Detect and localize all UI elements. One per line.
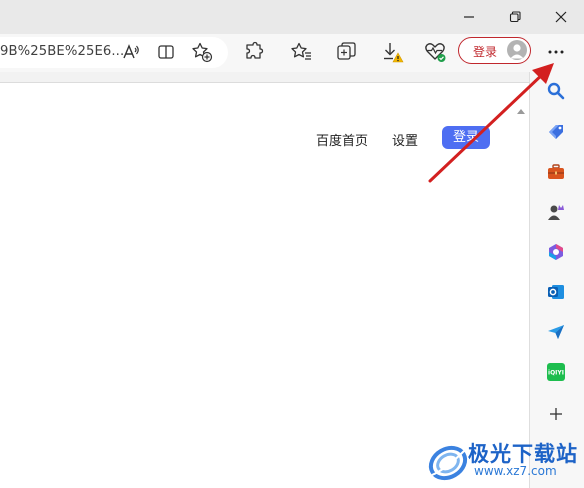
extensions-icon [246, 41, 264, 59]
sidebar-item-search[interactable] [545, 80, 567, 102]
profile-login-label: 登录 [473, 45, 498, 59]
sidebar-item-games[interactable] [545, 201, 567, 223]
iqiyi-logo-text: iQIYI [548, 370, 564, 377]
baidu-home-link[interactable]: 百度首页 [316, 130, 368, 149]
read-aloud-button[interactable] [117, 36, 145, 68]
read-aloud-icon [123, 44, 139, 59]
downloads-icon [384, 43, 404, 63]
url-text[interactable]: 9B%25BE%25E6... [0, 44, 124, 59]
sidebar-item-add[interactable] [545, 403, 567, 425]
sidebar-item-send[interactable] [545, 321, 567, 343]
add-icon [550, 408, 562, 420]
avatar [507, 40, 527, 60]
outlook-icon [548, 285, 564, 299]
sidebar-item-iqiyi[interactable]: iQIYI [545, 361, 567, 383]
watermark-url: www.xz7.com [474, 464, 557, 478]
toolbar-divider [0, 72, 584, 83]
browser-essentials-icon [425, 43, 446, 62]
sidebar-item-outlook[interactable] [545, 281, 567, 303]
collections-button[interactable] [333, 36, 361, 68]
shopping-tag-icon [549, 125, 563, 139]
scroll-up-arrow-icon[interactable] [516, 107, 526, 115]
minimize-button[interactable] [446, 0, 492, 34]
watermark: 极光下载站 www.xz7.com [426, 437, 584, 488]
collections-icon [337, 42, 356, 60]
minimize-icon [464, 16, 474, 18]
office-icon [549, 244, 563, 260]
baidu-login-button[interactable]: 登录 [442, 126, 490, 149]
games-icon [548, 205, 564, 220]
close-button[interactable] [538, 0, 584, 34]
sidebar-item-tools[interactable] [545, 161, 567, 183]
more-button[interactable] [542, 36, 570, 68]
tools-briefcase-icon [548, 164, 564, 179]
close-icon [555, 11, 567, 23]
watermark-logo-icon [428, 445, 468, 481]
person-icon [510, 44, 524, 59]
add-favorite-icon [192, 42, 213, 63]
sidebar-item-office[interactable] [545, 241, 567, 263]
favorites-button[interactable] [288, 36, 316, 68]
favorites-icon [291, 42, 311, 60]
extensions-button[interactable] [240, 36, 268, 68]
profile-login-button[interactable]: 登录 [458, 37, 531, 64]
browser-essentials-button[interactable] [421, 36, 449, 68]
split-screen-icon [158, 45, 174, 59]
send-icon [548, 325, 564, 339]
downloads-button[interactable] [378, 36, 406, 68]
restore-icon [509, 11, 521, 23]
more-icon [548, 50, 564, 54]
iqiyi-icon: iQIYI [547, 363, 565, 381]
restore-button[interactable] [492, 0, 538, 34]
sidebar-item-shopping[interactable] [545, 121, 567, 143]
split-screen-button[interactable] [152, 36, 180, 68]
add-favorite-button[interactable] [188, 36, 216, 68]
search-icon [547, 82, 565, 100]
settings-link[interactable]: 设置 [392, 130, 418, 149]
